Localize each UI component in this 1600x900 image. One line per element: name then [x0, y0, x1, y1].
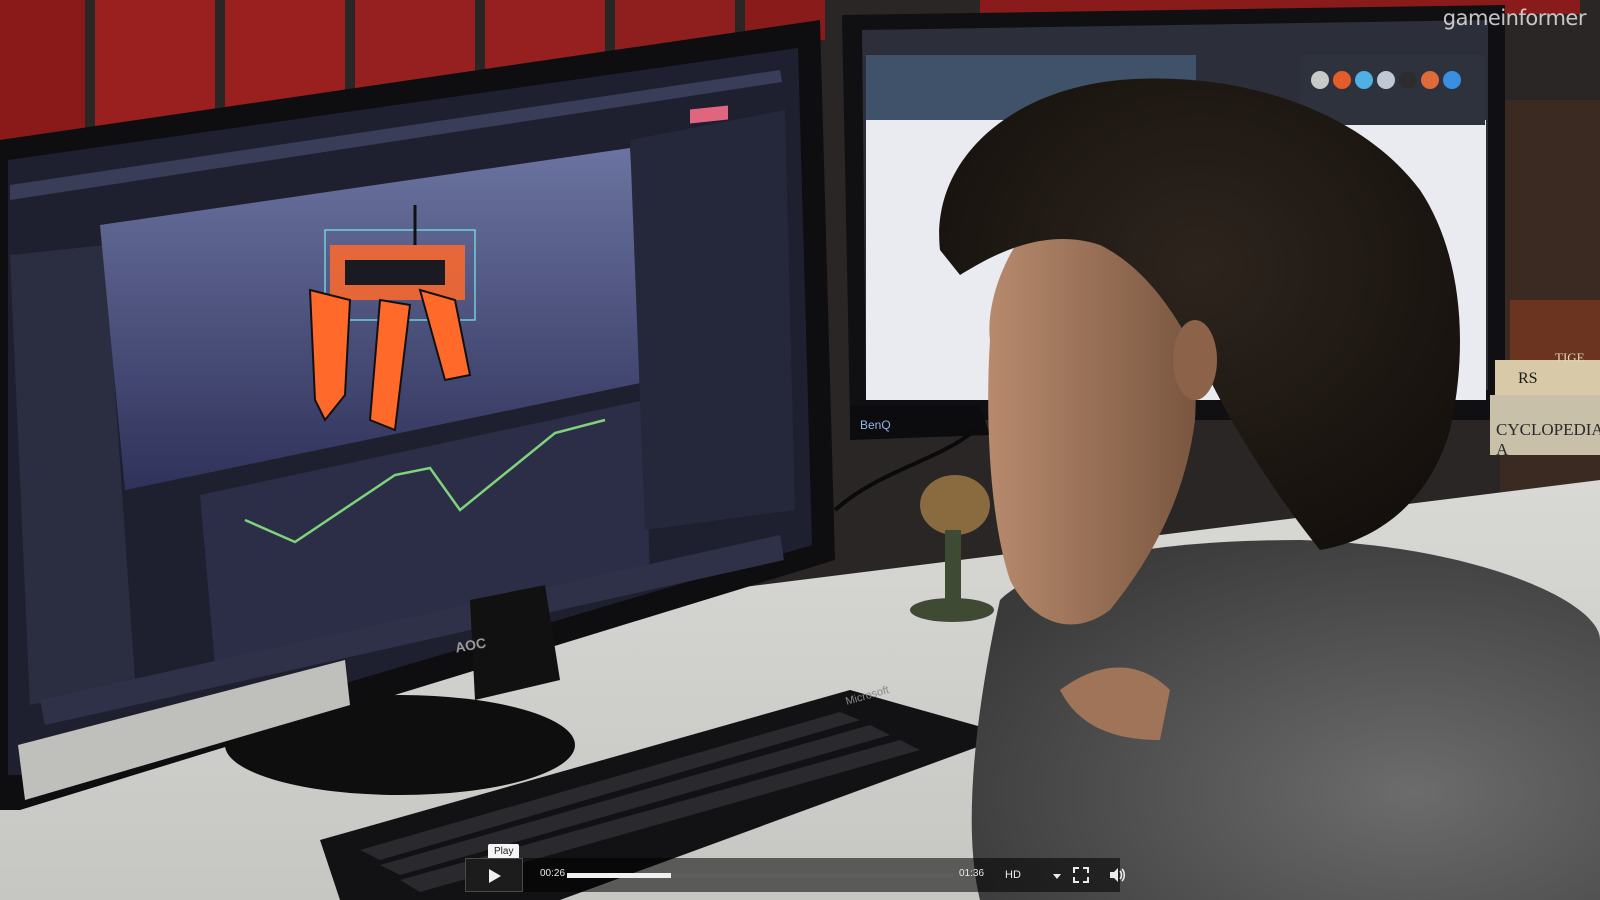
book-spine-2: RS — [1518, 370, 1538, 387]
progress-bar[interactable] — [567, 873, 953, 878]
progress-fill — [567, 873, 672, 878]
play-icon — [489, 869, 501, 883]
volume-button[interactable] — [1107, 865, 1127, 885]
current-time: 00:26 — [540, 868, 566, 879]
book-spine-3: CYCLOPEDIA A — [1496, 420, 1600, 459]
chevron-down-icon — [1053, 874, 1061, 879]
quality-label: HD — [1005, 869, 1021, 881]
video-frame — [0, 0, 1600, 900]
duration: 01:36 — [959, 868, 985, 879]
fullscreen-icon — [1073, 867, 1089, 883]
quality-selector[interactable]: HD — [1005, 866, 1063, 884]
fullscreen-button[interactable] — [1071, 865, 1091, 885]
play-tooltip: Play — [488, 844, 520, 864]
play-button[interactable] — [465, 858, 523, 892]
watermark-logo: gameinformer — [1442, 6, 1587, 30]
volume-icon — [1110, 868, 1126, 882]
right-monitor-brand: BenQ — [860, 418, 891, 432]
book-spine-1: TIGE — [1555, 350, 1585, 365]
player-controls: 00:26 01:36 HD — [465, 858, 1126, 892]
video-player: AOC BenQ Microsoft TIGE RS CYCLOPEDIA A … — [0, 0, 1600, 900]
